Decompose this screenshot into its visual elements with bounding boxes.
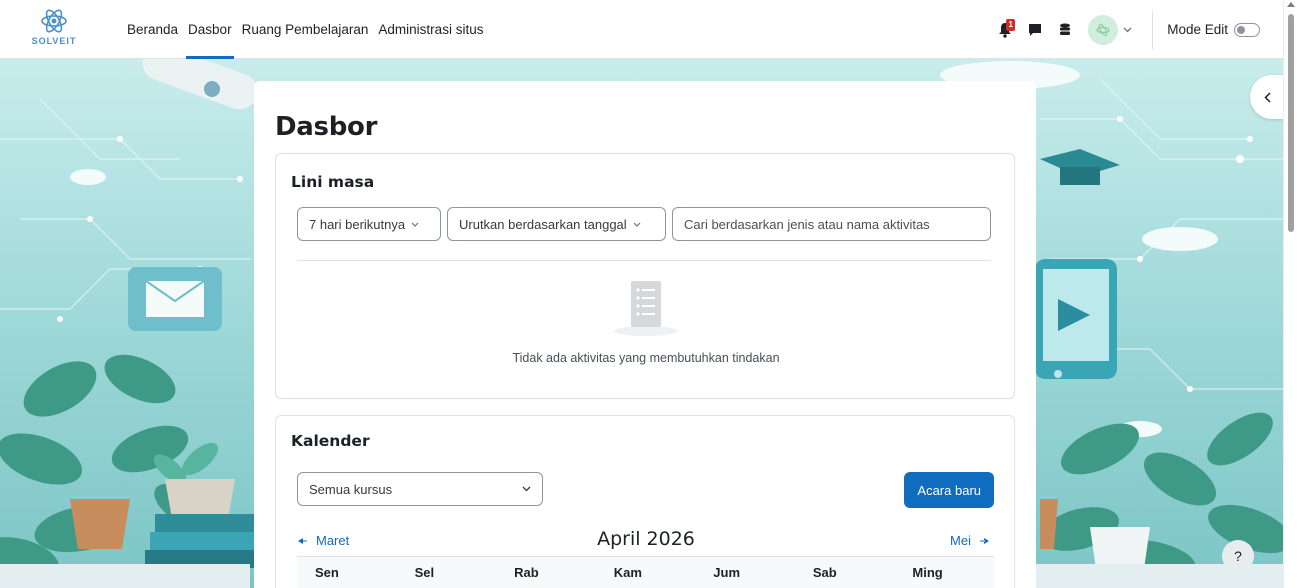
nav-link-dasbor[interactable]: Dasbor [183,0,237,59]
timeline-day-filter[interactable]: 7 hari berikutnya [297,207,441,241]
arrow-right-icon [980,537,989,544]
timeline-day-filter-label: 7 hari berikutnya [309,216,406,232]
weekday-label: Kam [613,565,642,580]
weekday-label: Rab [514,565,539,580]
timeline-block: Lini masa 7 hari berikutnya Urutkan berd… [275,153,1015,399]
nav-link-administrasi-situs[interactable]: Administrasi situs [373,0,488,59]
scroll-up-arrow-icon[interactable] [1287,2,1295,7]
user-avatar[interactable] [1088,14,1119,45]
chat-icon [1029,23,1042,36]
help-button[interactable]: ? [1222,540,1254,572]
page-title: Dasbor [275,112,378,142]
timeline-sort-label: Urutkan berdasarkan tanggal [459,216,627,232]
chevron-down-icon [1123,27,1132,32]
timeline-search-placeholder: Cari berdasarkan jenis atau nama aktivit… [684,216,930,232]
nav-link-beranda[interactable]: Beranda [122,0,183,59]
timeline-empty-message: Tidak ada aktivitas yang membutuhkan tin… [512,351,780,365]
user-menu-toggle[interactable] [1118,15,1136,45]
logo-text: SOLVEIT [31,36,77,46]
top-navbar: SOLVEIT Beranda Dasbor Ruang Pembelajara… [0,0,1283,59]
chevron-left-icon [1263,91,1271,103]
next-month-label: Mei [950,533,971,548]
notifications-button[interactable]: 1 [990,15,1020,45]
timeline-search-input[interactable]: Cari berdasarkan jenis atau nama aktivit… [672,207,991,241]
calendar-weekday-header: Sen Sel Rab Kam Jum Sab Ming [297,556,994,588]
weekday-label: Sel [414,565,435,580]
chevron-down-icon [411,222,419,227]
mode-edit-label: Mode Edit [1167,22,1228,37]
chevron-down-icon [522,486,531,492]
avatar-image-icon [1096,23,1110,36]
mode-edit-toggle[interactable] [1234,22,1260,37]
mode-edit-switch[interactable]: Mode Edit [1167,22,1260,37]
site-logo[interactable]: SOLVEIT [22,8,86,50]
calendar-block: Kalender Semua kursus Acara baru Maret A… [275,415,1015,588]
nav-link-ruang-pembelajaran[interactable]: Ruang Pembelajaran [237,0,374,59]
chevron-down-icon [633,222,641,227]
timeline-sort-select[interactable]: Urutkan berdasarkan tanggal [447,207,666,241]
weekday-label: Jum [713,565,741,580]
calendar-course-filter[interactable]: Semua kursus [297,472,543,506]
storage-button[interactable] [1050,15,1080,45]
messages-button[interactable] [1020,15,1050,45]
notification-count-badge: 1 [1006,18,1016,31]
database-icon [1060,23,1071,35]
weekday-label: Sab [812,565,837,580]
main-content: Dasbor Lini masa 7 hari berikutnya Urutk… [254,81,1036,588]
weekday-label: Sen [315,565,339,580]
next-month-link[interactable]: Mei [950,533,989,548]
timeline-divider [297,260,991,261]
timeline-title: Lini masa [291,173,375,191]
new-event-button[interactable]: Acara baru [904,472,994,508]
calendar-title: Kalender [291,432,370,450]
atom-logo-icon [41,9,67,33]
navbar-divider [1152,10,1154,49]
calendar-course-filter-label: Semua kursus [309,481,393,497]
empty-list-icon [611,279,681,344]
calendar-current-month: April 2026 [597,528,695,550]
user-nav: 1 Mode Edit [990,0,1283,59]
weekday-label: Ming [912,565,943,580]
primary-navigation: Beranda Dasbor Ruang Pembelajaran Admini… [122,0,488,59]
scrollbar-thumb[interactable] [1288,14,1294,232]
page-scrollbar[interactable] [1283,0,1297,588]
